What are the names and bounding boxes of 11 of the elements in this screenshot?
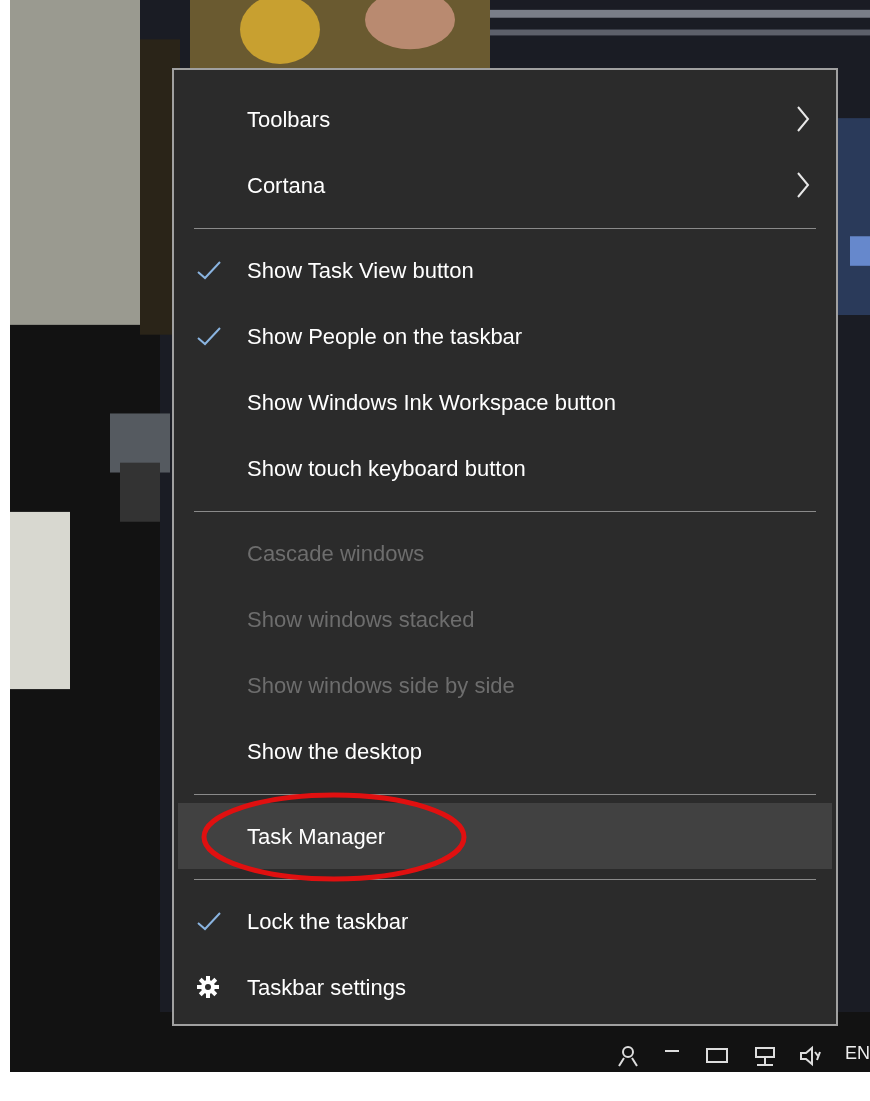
menu-item[interactable]: Cortana <box>174 152 836 218</box>
menu-item[interactable]: Lock the taskbar <box>174 888 836 954</box>
menu-item[interactable]: Show People on the taskbar <box>174 303 836 369</box>
menu-item[interactable]: Taskbar settings <box>174 954 836 1020</box>
menu-item[interactable]: Show touch keyboard button <box>174 435 836 501</box>
menu-item[interactable]: Toolbars <box>174 86 836 152</box>
menu-item[interactable]: Show Task View button <box>174 237 836 303</box>
menu-item[interactable]: Task Manager <box>178 803 832 869</box>
menu-item[interactable]: Show the desktop <box>174 718 836 784</box>
language-indicator[interactable]: EN <box>845 1040 870 1067</box>
menu-item[interactable]: Show Windows Ink Workspace button <box>174 369 836 435</box>
